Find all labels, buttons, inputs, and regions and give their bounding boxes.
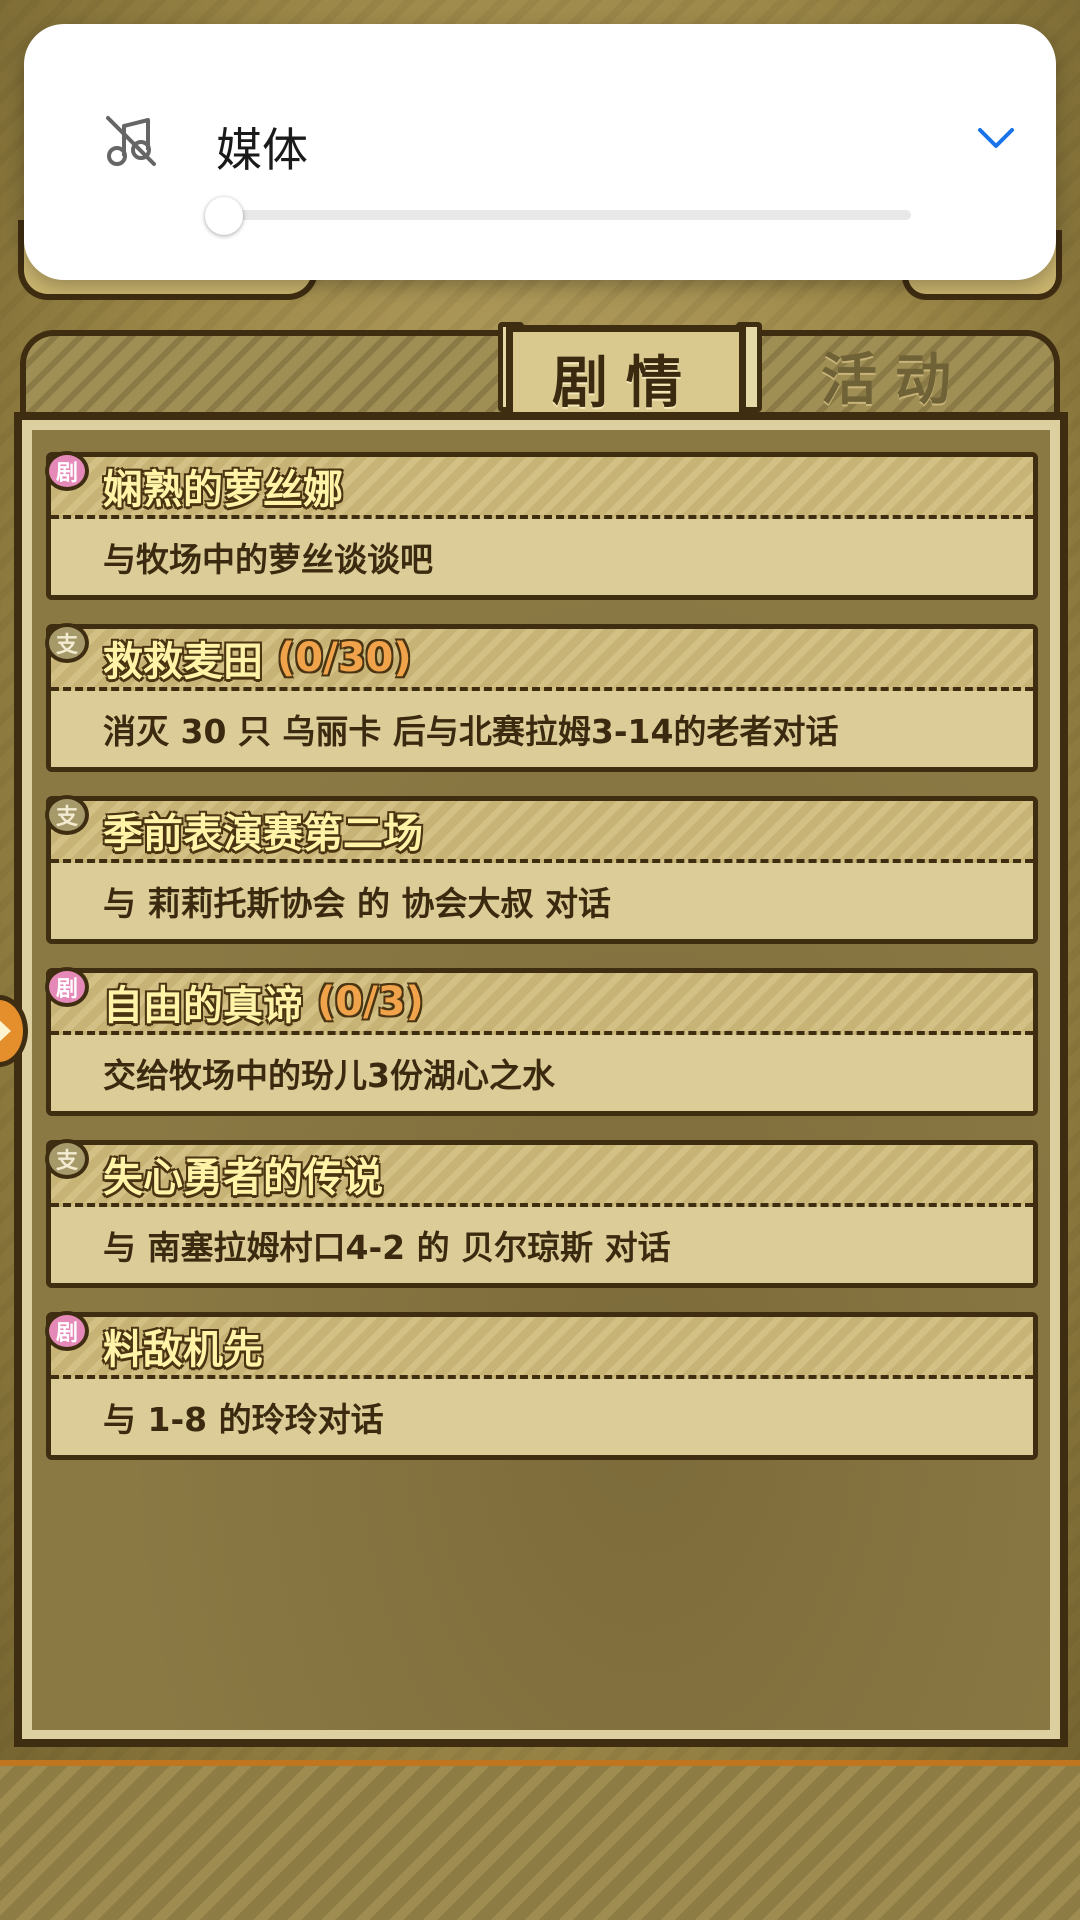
quest-title: 救救麦田 xyxy=(103,639,263,685)
panel-title: 媒体 xyxy=(216,123,308,177)
quest-list: 剧娴熟的萝丝娜 与牧场中的萝丝谈谈吧支救救麦田 (0/30) 消灭 30 只 乌丽卡 … xyxy=(45,451,1038,1484)
quest-card[interactable]: 剧自由的真谛 (0/3) 交给牧场中的玢儿3份湖心之水 xyxy=(45,967,1038,1116)
chevron-down-icon[interactable] xyxy=(976,120,1016,156)
quest-title: 自由的真谛 xyxy=(103,983,303,1029)
quest-title: 料敌机先 xyxy=(103,1327,263,1373)
quest-title-bar: 娴熟的萝丝娜 xyxy=(51,457,1033,519)
quest-title: 季前表演赛第二场 xyxy=(103,811,423,857)
quest-description: 与牧场中的萝丝谈谈吧 xyxy=(51,519,1033,595)
quest-description: 与 南塞拉姆村口4-2 的 贝尔琼斯 对话 xyxy=(51,1207,1033,1283)
quest-card[interactable]: 剧娴熟的萝丝娜与牧场中的萝丝谈谈吧 xyxy=(45,451,1038,600)
quest-card[interactable]: 支救救麦田 (0/30) 消灭 30 只 乌丽卡 后与北赛拉姆3-14的老者对话 xyxy=(45,623,1038,772)
quest-type-badge: 支 xyxy=(45,623,89,663)
quest-title-bar: 救救麦田 (0/30) xyxy=(51,629,1033,691)
media-volume-panel: 媒体 xyxy=(24,24,1056,280)
quest-progress: (0/3) xyxy=(317,979,424,1025)
quest-card[interactable]: 支失心勇者的传说与 南塞拉姆村口4-2 的 贝尔琼斯 对话 xyxy=(45,1139,1038,1288)
quest-title: 失心勇者的传说 xyxy=(103,1155,383,1201)
quest-title-bar: 季前表演赛第二场 xyxy=(51,801,1033,863)
quest-description: 与 1-8 的玲玲对话 xyxy=(51,1379,1033,1455)
quest-card[interactable]: 剧料敌机先与 1-8 的玲玲对话 xyxy=(45,1311,1038,1460)
quest-type-badge: 剧 xyxy=(45,451,89,491)
tab-story[interactable]: 剧情 xyxy=(506,325,746,425)
music-muted-icon[interactable] xyxy=(102,112,160,170)
footer-decoration xyxy=(0,1760,1080,1920)
quest-title-bar: 自由的真谛 (0/3) xyxy=(51,973,1033,1035)
quest-title-bar: 失心勇者的传说 xyxy=(51,1145,1033,1207)
slider-thumb[interactable] xyxy=(205,197,243,235)
quest-type-badge: 剧 xyxy=(45,967,89,1007)
quest-progress: (0/30) xyxy=(277,635,412,681)
quest-description: 交给牧场中的玢儿3份湖心之水 xyxy=(51,1035,1033,1111)
quest-title: 娴熟的萝丝娜 xyxy=(103,467,343,513)
quest-card[interactable]: 支季前表演赛第二场与 莉莉托斯协会 的 协会大叔 对话 xyxy=(45,795,1038,944)
quest-description: 与 莉莉托斯协会 的 协会大叔 对话 xyxy=(51,863,1033,939)
quest-title-bar: 料敌机先 xyxy=(51,1317,1033,1379)
quest-type-badge: 剧 xyxy=(45,1311,89,1351)
volume-slider[interactable] xyxy=(205,197,911,235)
quest-type-badge: 支 xyxy=(45,1139,89,1179)
tab-activity[interactable]: 活动 xyxy=(770,325,1020,425)
quest-description: 消灭 30 只 乌丽卡 后与北赛拉姆3-14的老者对话 xyxy=(51,691,1033,767)
slider-track xyxy=(209,210,911,220)
quest-type-badge: 支 xyxy=(45,795,89,835)
